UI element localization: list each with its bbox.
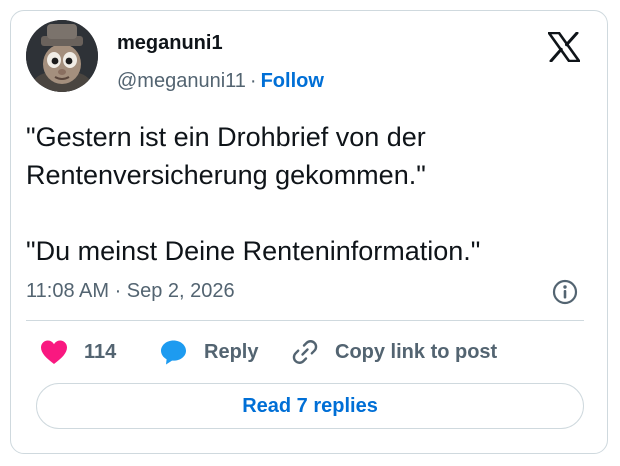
author-handle[interactable]: @meganuni11	[117, 70, 246, 92]
copy-link-button[interactable]: Copy link to post	[291, 338, 497, 366]
heart-icon	[41, 340, 67, 364]
like-count: 114	[84, 340, 117, 363]
info-icon[interactable]	[552, 279, 578, 305]
link-icon	[292, 340, 318, 364]
copy-link-label: Copy link to post	[335, 340, 498, 363]
avatar-image	[26, 20, 98, 92]
author-meta-row: @meganuni11 · Follow	[117, 70, 324, 93]
x-logo-icon[interactable]	[547, 31, 581, 63]
author-display-name[interactable]: meganuni1	[117, 32, 223, 55]
tweet-paragraph: "Gestern ist ein Drohbrief von der Rente…	[26, 122, 426, 190]
tweet-timestamp[interactable]: 11:08 AM · Sep 2, 2026	[26, 280, 235, 303]
tweet-paragraph: "Du meinst Deine Renteninformation."	[26, 236, 481, 266]
follow-link[interactable]: Follow	[261, 70, 324, 92]
divider	[26, 320, 584, 321]
separator: ·	[249, 70, 257, 92]
read-replies-button[interactable]: Read 7 replies	[36, 383, 584, 429]
reply-button[interactable]: Reply	[160, 338, 258, 366]
like-button[interactable]: 114	[40, 338, 116, 366]
tweet-text: "Gestern ist ein Drohbrief von der Rente…	[26, 118, 586, 270]
avatar[interactable]	[26, 20, 98, 92]
read-replies-label: Read 7 replies	[242, 394, 378, 417]
speech-bubble-icon	[161, 340, 186, 365]
reply-label: Reply	[204, 340, 259, 363]
